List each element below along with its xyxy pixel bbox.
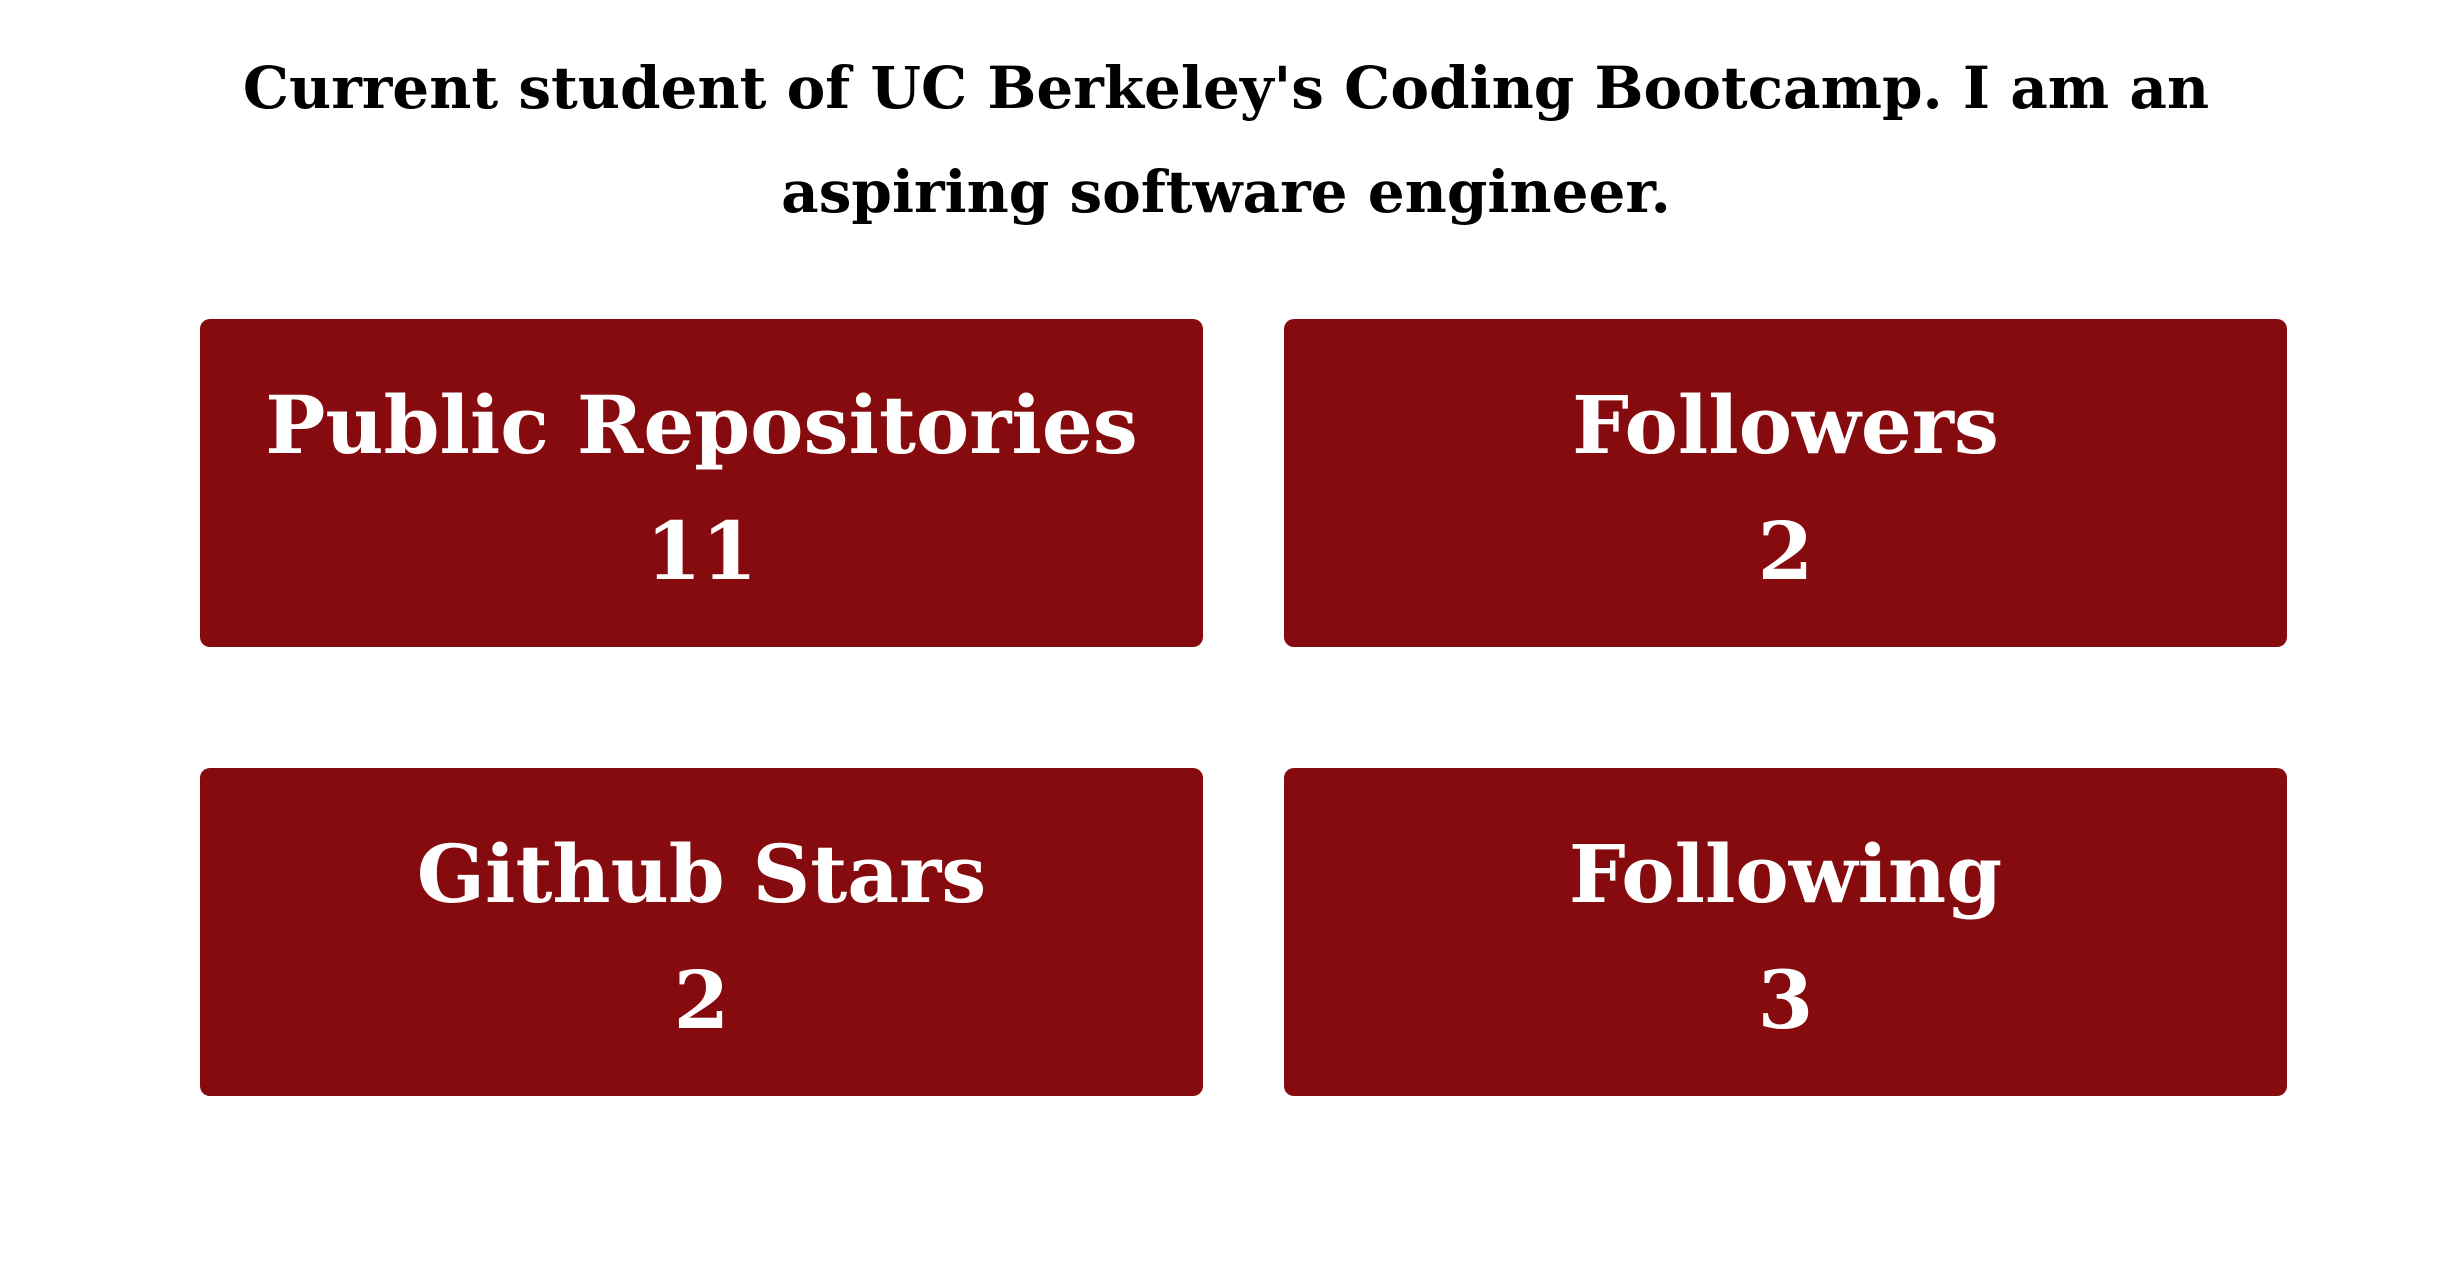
following-card: Following 3 xyxy=(1284,768,2287,1096)
github-stars-count: 2 xyxy=(673,953,730,1047)
following-count: 3 xyxy=(1757,953,1814,1047)
public-repositories-card: Public Repositories 11 xyxy=(200,319,1203,647)
bio-text: Current student of UC Berkeley's Coding … xyxy=(180,36,2272,244)
github-stars-card: Github Stars 2 xyxy=(200,768,1203,1096)
followers-card: Followers 2 xyxy=(1284,319,2287,647)
bio-line-2: aspiring software engineer. xyxy=(781,158,1671,226)
public-repositories-label: Public Repositories xyxy=(265,378,1138,472)
bio-line-1: Current student of UC Berkeley's Coding … xyxy=(242,54,2210,122)
github-stars-label: Github Stars xyxy=(416,827,987,921)
following-label: Following xyxy=(1568,827,2003,921)
followers-label: Followers xyxy=(1572,378,1999,472)
public-repositories-count: 11 xyxy=(645,504,758,598)
followers-count: 2 xyxy=(1757,504,1814,598)
